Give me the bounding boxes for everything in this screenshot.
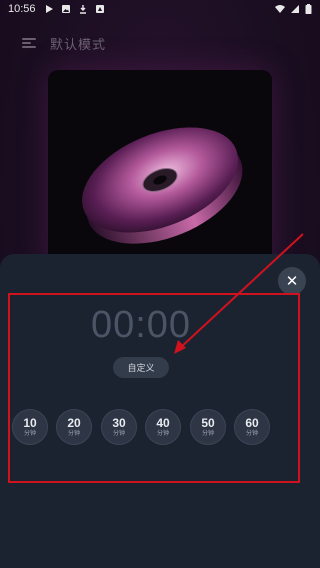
image-icon <box>61 5 70 13</box>
close-button[interactable]: ✕ <box>278 267 306 295</box>
album-cover <box>48 70 272 270</box>
notification-icon <box>95 5 104 13</box>
close-icon: ✕ <box>285 272 299 290</box>
status-time: 10:56 <box>8 3 36 15</box>
page-title: 默认模式 <box>50 37 107 53</box>
download-icon <box>79 5 86 14</box>
wifi-icon <box>275 5 285 13</box>
disc-icon <box>82 127 243 244</box>
battery-icon <box>305 4 312 14</box>
menu-icon[interactable] <box>22 37 38 49</box>
top-bar: 默认模式 <box>0 30 320 56</box>
signal-icon <box>291 5 299 13</box>
status-bar: 10:56 <box>0 0 320 18</box>
play-icon <box>45 5 53 13</box>
annotation-highlight-box <box>8 293 300 483</box>
